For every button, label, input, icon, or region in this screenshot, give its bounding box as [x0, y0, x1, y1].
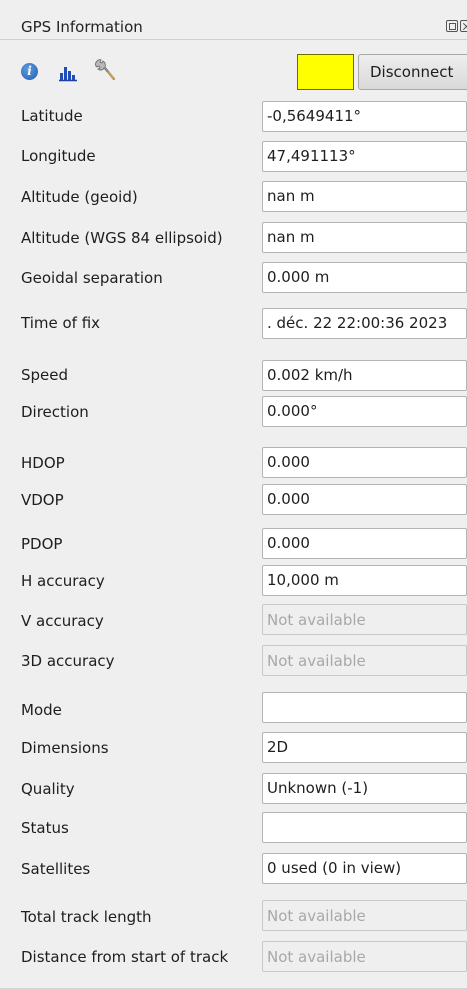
altitude-wgs84-label: Altitude (WGS 84 ellipsoid)	[21, 229, 223, 247]
histogram-icon[interactable]	[58, 62, 78, 82]
vdop-field[interactable]: 0.000	[262, 484, 467, 515]
v-accuracy-field	[262, 604, 467, 635]
time-of-fix-field[interactable]: . déc. 22 22:00:36 2023	[262, 308, 467, 339]
panel-titlebar: GPS Information	[0, 0, 467, 40]
hdop-field[interactable]: 0.000	[262, 447, 467, 478]
dimensions-field[interactable]: 2D	[262, 732, 467, 763]
time-of-fix-label: Time of fix	[21, 314, 101, 332]
3d-accuracy-field	[262, 645, 467, 676]
float-panel-icon[interactable]	[446, 20, 458, 32]
latitude-field[interactable]: -0,5649411°	[262, 101, 467, 132]
pdop-label: PDOP	[21, 535, 63, 553]
longitude-field[interactable]: 47,491113°	[262, 141, 467, 172]
speed-label: Speed	[21, 366, 69, 384]
longitude-label: Longitude	[21, 147, 96, 165]
status-field[interactable]	[262, 812, 467, 843]
satellites-field[interactable]: 0 used (0 in view)	[262, 853, 467, 884]
v-accuracy-label: V accuracy	[21, 612, 104, 630]
status-label: Status	[21, 819, 69, 837]
disconnect-button[interactable]: Disconnect	[358, 54, 467, 90]
speed-field[interactable]: 0.002 km/h	[262, 360, 467, 391]
total-track-length-field	[262, 900, 467, 931]
panel-title: GPS Information	[21, 18, 143, 36]
close-panel-icon[interactable]	[460, 20, 467, 32]
quality-field[interactable]: Unknown (-1)	[262, 773, 467, 804]
vdop-label: VDOP	[21, 491, 64, 509]
direction-label: Direction	[21, 403, 89, 421]
h-accuracy-field[interactable]: 10,000 m	[262, 565, 467, 596]
mode-field[interactable]	[262, 692, 467, 723]
info-icon[interactable]: i	[21, 63, 38, 80]
altitude-geoid-label: Altitude (geoid)	[21, 188, 138, 206]
wrench-icon[interactable]	[93, 58, 117, 84]
h-accuracy-label: H accuracy	[21, 572, 105, 590]
altitude-geoid-field[interactable]: nan m	[262, 181, 467, 212]
geoidal-separation-field[interactable]: 0.000 m	[262, 262, 467, 293]
latitude-label: Latitude	[21, 107, 83, 125]
geoidal-separation-label: Geoidal separation	[21, 269, 163, 287]
direction-field[interactable]: 0.000°	[262, 396, 467, 427]
position-marker-color-button[interactable]	[297, 54, 354, 90]
total-track-length-label: Total track length	[21, 908, 152, 926]
dimensions-label: Dimensions	[21, 739, 109, 757]
quality-label: Quality	[21, 780, 75, 798]
distance-from-start-field	[262, 941, 467, 972]
mode-label: Mode	[21, 701, 62, 719]
altitude-wgs84-field[interactable]: nan m	[262, 222, 467, 253]
distance-from-start-label: Distance from start of track	[21, 948, 229, 966]
3d-accuracy-label: 3D accuracy	[21, 652, 115, 670]
hdop-label: HDOP	[21, 454, 65, 472]
satellites-label: Satellites	[21, 860, 91, 878]
pdop-field[interactable]: 0.000	[262, 528, 467, 559]
